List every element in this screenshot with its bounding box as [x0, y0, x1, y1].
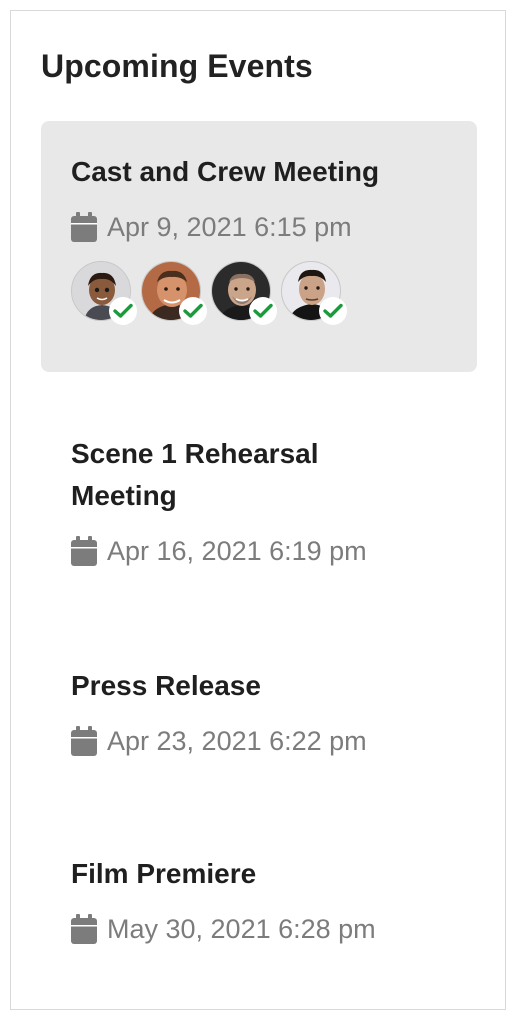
event-item-cast-and-crew-meeting[interactable]: Cast and Crew Meeting Apr 9, 2021 6:15 p… — [41, 121, 477, 372]
calendar-icon — [71, 726, 97, 756]
event-title: Scene 1 Rehearsal Meeting — [71, 438, 319, 511]
check-icon — [249, 297, 277, 325]
check-icon — [179, 297, 207, 325]
check-icon — [319, 297, 347, 325]
event-date-text: Apr 23, 2021 6:22 pm — [107, 725, 367, 756]
event-title: Press Release — [71, 670, 261, 701]
calendar-icon — [71, 536, 97, 566]
attendee-avatar[interactable] — [211, 261, 277, 325]
calendar-icon — [71, 914, 97, 944]
event-date: Apr 9, 2021 6:15 pm — [71, 209, 447, 245]
event-date: Apr 16, 2021 6:19 pm — [71, 533, 447, 569]
event-title: Film Premiere — [71, 858, 257, 889]
event-date-text: May 30, 2021 6:28 pm — [107, 913, 376, 944]
attendee-list — [71, 261, 447, 325]
calendar-icon — [71, 212, 97, 242]
panel-title: Upcoming Events — [41, 48, 313, 84]
event-date: May 30, 2021 6:28 pm — [71, 911, 447, 947]
attendee-avatar[interactable] — [71, 261, 137, 325]
event-title: Cast and Crew Meeting — [71, 156, 380, 187]
event-item-press-release[interactable]: Press Release Apr 23, 2021 6:22 pm — [41, 665, 477, 765]
upcoming-events-panel: Upcoming Events Cast and Crew Meeting Ap… — [10, 10, 506, 1010]
attendee-avatar[interactable] — [281, 261, 347, 325]
event-date-text: Apr 9, 2021 6:15 pm — [107, 211, 352, 242]
attendee-avatar[interactable] — [141, 261, 207, 325]
event-item-film-premiere[interactable]: Film Premiere May 30, 2021 6:28 pm — [41, 853, 477, 953]
event-item-scene-1-rehearsal-meeting[interactable]: Scene 1 Rehearsal Meeting Apr 16, 2021 6… — [41, 433, 477, 583]
event-date: Apr 23, 2021 6:22 pm — [71, 723, 447, 759]
check-icon — [109, 297, 137, 325]
event-date-text: Apr 16, 2021 6:19 pm — [107, 535, 367, 566]
